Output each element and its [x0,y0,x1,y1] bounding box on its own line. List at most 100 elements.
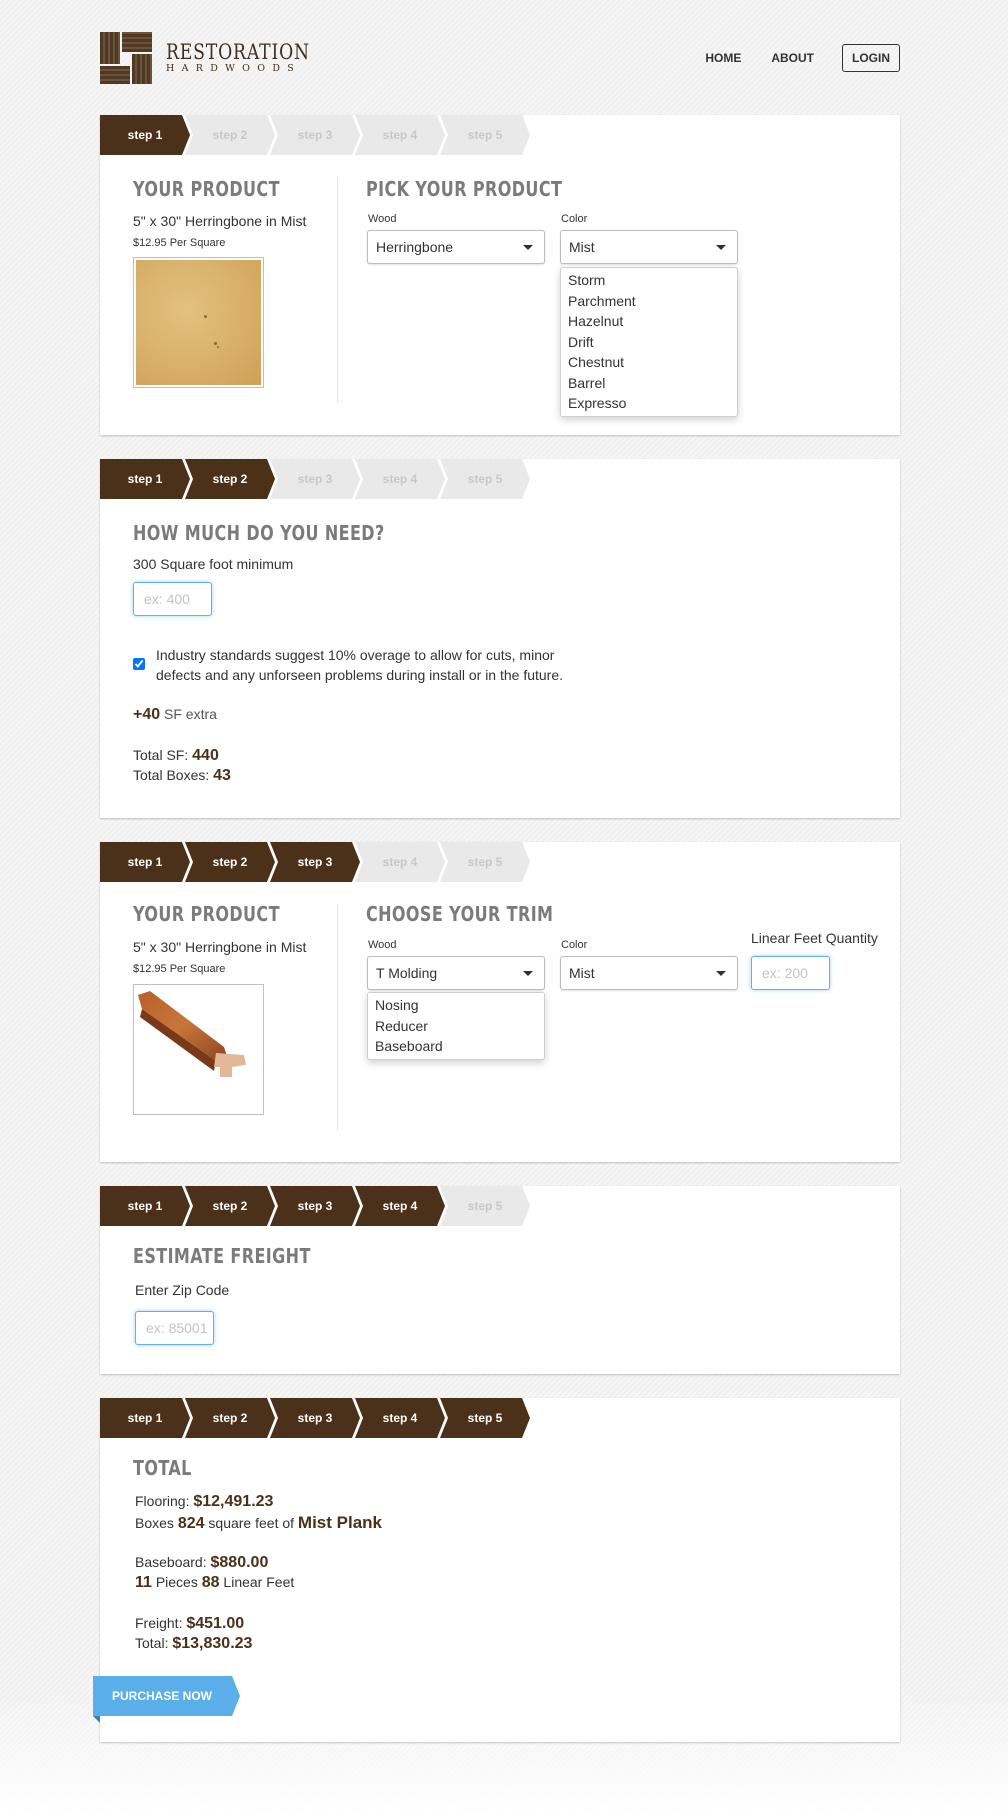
step-3-tab[interactable]: step 3 [270,842,360,882]
trim-color-label: Color [561,939,588,951]
step-5-tab[interactable]: step 5 [440,1398,530,1438]
color-select-value: Mist [569,239,595,255]
overage-note: Industry standards suggest 10% overage t… [156,645,563,685]
color-option[interactable]: Drift [561,332,737,353]
nav-about-link[interactable]: ABOUT [771,51,814,65]
extra-sf: +40 SF extra [133,706,217,724]
step-4-tab[interactable]: step 4 [355,459,445,499]
color-option[interactable]: Chestnut [561,352,737,373]
your-product-heading: YOUR PRODUCT [133,177,280,201]
card-step-5: step 1 step 2 step 3 step 4 step 5 TOTAL… [93,1398,900,1742]
step-4-tab[interactable]: step 4 [355,115,445,155]
color-option[interactable]: Storm [561,270,737,291]
main-nav: HOME ABOUT LOGIN [675,44,900,72]
step-1-tab[interactable]: step 1 [100,459,190,499]
linear-feet-label: Linear Feet Quantity [751,930,878,946]
trim-wood-label: Wood [368,939,397,951]
pieces-label: Pieces [155,1574,198,1590]
minimum-note: 300 Square foot minimum [133,556,294,572]
color-label: Color [561,213,588,225]
step-4-tab[interactable]: step 4 [355,1398,445,1438]
step-3-tab[interactable]: step 3 [270,115,360,155]
your-product-heading: YOUR PRODUCT [133,902,280,926]
step-3-tab[interactable]: step 3 [270,1186,360,1226]
product-swatch-image [133,257,264,388]
linear-feet-input[interactable] [751,956,830,990]
nav-login-button[interactable]: LOGIN [842,44,900,72]
step-5-tab[interactable]: step 5 [440,459,530,499]
step-4-tab[interactable]: step 4 [355,1186,445,1226]
step-5-tab[interactable]: step 5 [440,115,530,155]
baseboard-label: Baseboard: [135,1554,207,1570]
color-option[interactable]: Parchment [561,291,737,312]
product-value: Mist Plank [297,1513,383,1532]
trim-type-value: T Molding [376,965,438,981]
overage-note-line: defects and any unforseen problems durin… [156,667,564,683]
product-name: 5" x 30" Herringbone in Mist [133,213,307,229]
choose-trim-heading: CHOOSE YOUR TRIM [366,902,554,926]
step-2-tab[interactable]: step 2 [185,1398,275,1438]
trim-option[interactable]: Nosing [368,995,544,1016]
freight-heading: ESTIMATE FREIGHT [133,1244,311,1268]
card-step-1: step 1 step 2 step 3 step 4 step 5 YOUR … [100,115,900,435]
total-sf: Total SF: 440 [133,747,219,765]
card-step-3: step 1 step 2 step 3 step 4 step 5 YOUR … [100,842,900,1162]
freight-label: Freight: [135,1615,183,1631]
extra-sf-label: SF extra [164,706,217,722]
step-tracker: step 1 step 2 step 3 step 4 step 5 [100,842,900,882]
square-feet-input[interactable] [133,582,212,616]
card-step-2: step 1 step 2 step 3 step 4 step 5 HOW M… [100,459,900,818]
purchase-now-button[interactable]: PURCHASE NOW [93,1676,240,1716]
step-2-tab[interactable]: step 2 [185,1186,275,1226]
step-1-tab[interactable]: step 1 [100,1186,190,1226]
trim-color-value: Mist [569,965,595,981]
total-sf-label: Total SF: [133,747,189,763]
step-4-tab[interactable]: step 4 [355,842,445,882]
zip-label: Enter Zip Code [135,1282,230,1298]
total-boxes: Total Boxes: 43 [133,767,231,785]
grand-total-value: $13,830.23 [172,1635,253,1652]
step-1-tab[interactable]: step 1 [100,1398,190,1438]
product-name: 5" x 30" Herringbone in Mist [133,939,307,955]
product-price: $12.95 Per Square [133,237,226,249]
pieces-value: 11 [135,1574,152,1591]
section-divider [337,904,338,1130]
step-3-tab[interactable]: step 3 [270,459,360,499]
chevron-down-icon [716,245,726,250]
overage-checkbox[interactable] [133,658,145,670]
step-3-tab[interactable]: step 3 [270,1398,360,1438]
step-1-tab[interactable]: step 1 [100,842,190,882]
trim-type-select[interactable]: T Molding [367,956,545,990]
chevron-down-icon [523,971,533,976]
color-select[interactable]: Mist [560,230,738,264]
linear-feet-label: Linear Feet [223,1574,295,1590]
brand-logo[interactable]: RESTORATION HARDWOODS [100,32,341,84]
flooring-line: Flooring: $12,491.23 [135,1493,273,1511]
freight-value: $451.00 [186,1615,245,1632]
nav-home-link[interactable]: HOME [705,51,741,65]
step-2-tab[interactable]: step 2 [185,842,275,882]
step-5-tab[interactable]: step 5 [440,1186,530,1226]
step-2-tab[interactable]: step 2 [185,115,275,155]
color-option[interactable]: Expresso [561,393,737,414]
grand-total-line: Total: $13,830.23 [135,1635,252,1653]
trim-option[interactable]: Baseboard [368,1036,544,1057]
step-2-tab[interactable]: step 2 [185,459,275,499]
color-option[interactable]: Barrel [561,373,737,394]
pieces-line: 11 Pieces 88 Linear Feet [135,1574,294,1592]
card-step-4: step 1 step 2 step 3 step 4 step 5 ESTIM… [100,1186,900,1374]
step-1-tab[interactable]: step 1 [100,115,190,155]
flooring-label: Flooring: [135,1493,190,1509]
step-tracker: step 1 step 2 step 3 step 4 step 5 [100,1398,900,1438]
wood-select[interactable]: Herringbone [367,230,545,264]
color-option[interactable]: Hazelnut [561,311,737,332]
trim-option[interactable]: Reducer [368,1016,544,1037]
zip-code-input[interactable] [135,1311,214,1345]
step-tracker: step 1 step 2 step 3 step 4 step 5 [100,1186,900,1226]
wood-select-value: Herringbone [376,239,454,255]
trim-color-select[interactable]: Mist [560,956,738,990]
step-5-tab[interactable]: step 5 [440,842,530,882]
brand-subtitle: HARDWOODS [166,63,302,74]
boxes-value: 824 [177,1515,205,1532]
overage-note-line: Industry standards suggest 10% overage t… [156,647,555,663]
